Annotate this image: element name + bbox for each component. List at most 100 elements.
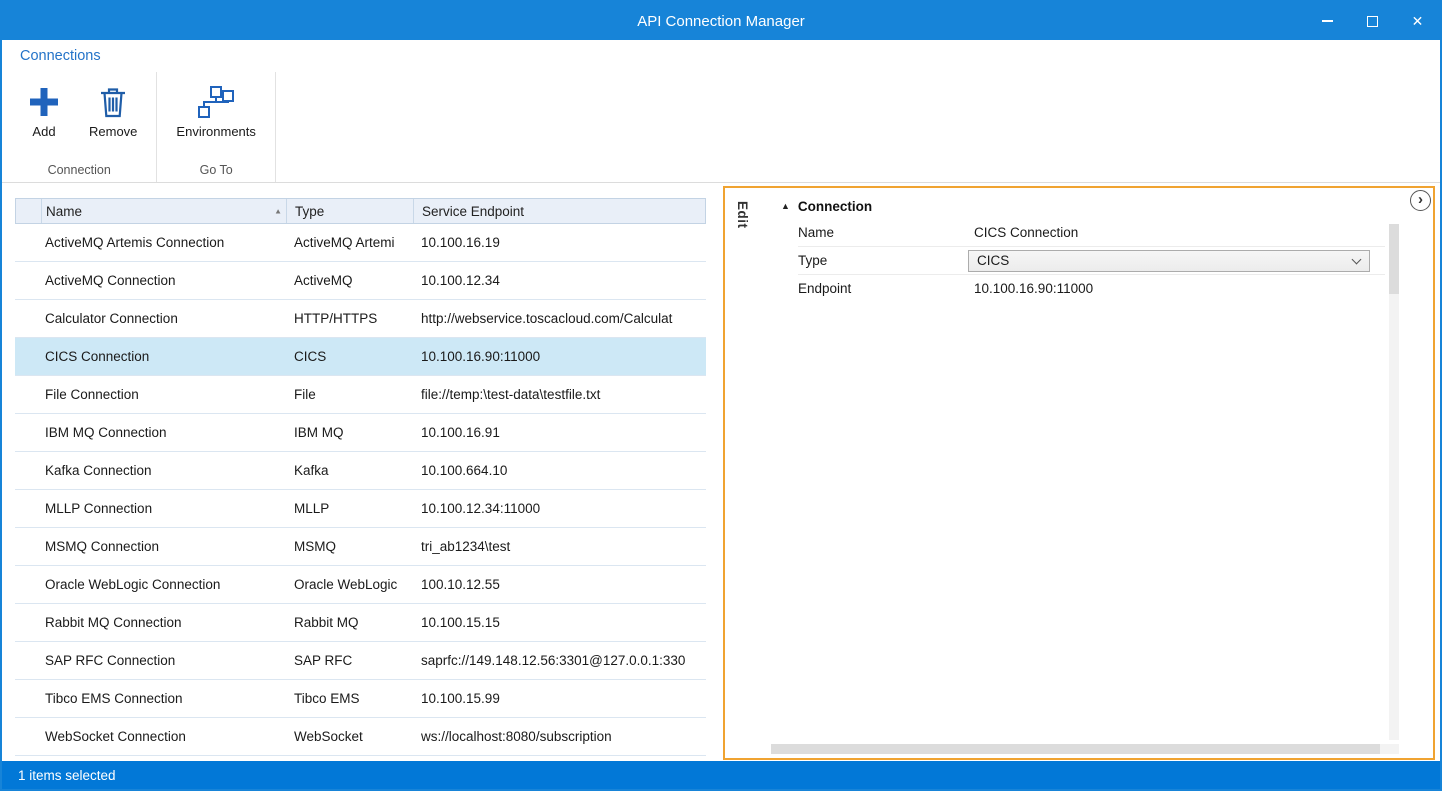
- add-button[interactable]: Add: [12, 78, 76, 141]
- cell-name: MSMQ Connection: [41, 539, 286, 554]
- table-row[interactable]: IBM MQ Connection IBM MQ 10.100.16.91: [15, 414, 706, 452]
- column-header-name-label: Name: [46, 204, 82, 219]
- environments-button[interactable]: Environments: [167, 78, 264, 141]
- cell-endpoint: 100.10.12.55: [413, 577, 706, 592]
- ribbon-group-goto: Environments Go To: [157, 72, 275, 182]
- maximize-button[interactable]: [1350, 2, 1395, 40]
- cell-endpoint: 10.100.16.91: [413, 425, 706, 440]
- field-label-type: Type: [798, 253, 974, 268]
- cell-type: MLLP: [286, 501, 413, 516]
- table-row[interactable]: Kafka Connection Kafka 10.100.664.10: [15, 452, 706, 490]
- collapse-panel-button[interactable]: ›: [1410, 190, 1431, 211]
- tab-connections[interactable]: Connections: [20, 48, 101, 64]
- maximize-icon: [1367, 16, 1378, 27]
- column-header-endpoint[interactable]: Service Endpoint: [414, 199, 705, 223]
- column-header-type[interactable]: Type: [287, 199, 414, 223]
- field-row-endpoint: Endpoint 10.100.16.90:11000: [798, 275, 1385, 302]
- field-label-endpoint: Endpoint: [798, 281, 974, 296]
- close-button[interactable]: ✕: [1395, 2, 1440, 40]
- field-value-name[interactable]: CICS Connection: [974, 225, 1385, 240]
- cell-name: IBM MQ Connection: [41, 425, 286, 440]
- type-dropdown-value: CICS: [977, 253, 1009, 268]
- table-row[interactable]: File Connection File file://temp:\test-d…: [15, 376, 706, 414]
- table-row[interactable]: MLLP Connection MLLP 10.100.12.34:11000: [15, 490, 706, 528]
- cell-type: ActiveMQ Artemi: [286, 235, 413, 250]
- field-value-endpoint[interactable]: 10.100.16.90:11000: [974, 281, 1385, 296]
- cell-type: Kafka: [286, 463, 413, 478]
- table-row[interactable]: CICS Connection CICS 10.100.16.90:11000: [15, 338, 706, 376]
- add-button-label: Add: [32, 124, 55, 139]
- menu-bar: Connections: [2, 40, 1440, 72]
- table-row[interactable]: ActiveMQ Artemis Connection ActiveMQ Art…: [15, 224, 706, 262]
- vertical-scrollbar[interactable]: [1389, 224, 1399, 740]
- field-row-type: Type CICS: [798, 247, 1385, 275]
- cell-name: Kafka Connection: [41, 463, 286, 478]
- minimize-button[interactable]: [1305, 2, 1350, 40]
- cell-type: Oracle WebLogic: [286, 577, 413, 592]
- connection-section-header[interactable]: ▲ Connection: [761, 188, 1399, 219]
- cell-endpoint: 10.100.16.90:11000: [413, 349, 706, 364]
- cell-name: ActiveMQ Connection: [41, 273, 286, 288]
- titlebar: API Connection Manager ✕: [2, 2, 1440, 40]
- table-row[interactable]: Rabbit MQ Connection Rabbit MQ 10.100.15…: [15, 604, 706, 642]
- table-row[interactable]: WebSocket Connection WebSocket ws://loca…: [15, 718, 706, 756]
- close-icon: ✕: [1412, 14, 1424, 28]
- field-grid: Name CICS Connection Type CICS: [761, 219, 1399, 302]
- cell-name: File Connection: [41, 387, 286, 402]
- edit-tab[interactable]: Edit: [725, 188, 761, 758]
- vertical-scrollbar-thumb[interactable]: [1389, 224, 1399, 294]
- trash-icon: [98, 83, 128, 121]
- minimize-icon: [1322, 20, 1333, 22]
- table-row[interactable]: Calculator Connection HTTP/HTTPS http://…: [15, 300, 706, 338]
- column-header-gutter: [16, 199, 42, 223]
- table-row[interactable]: Oracle WebLogic Connection Oracle WebLog…: [15, 566, 706, 604]
- cell-type: CICS: [286, 349, 413, 364]
- cell-type: SAP RFC: [286, 653, 413, 668]
- environments-button-label: Environments: [176, 124, 255, 139]
- horizontal-scrollbar-thumb[interactable]: [771, 744, 1380, 754]
- column-header-name[interactable]: Name ▲: [42, 199, 287, 223]
- edit-panel-content: ▲ Connection Name CICS Connection Type C…: [761, 188, 1399, 758]
- table-row[interactable]: MSMQ Connection MSMQ tri_ab1234\test: [15, 528, 706, 566]
- field-label-name: Name: [798, 225, 974, 240]
- status-text: 1 items selected: [18, 768, 116, 783]
- cell-type: Rabbit MQ: [286, 615, 413, 630]
- ribbon-group-connection: Add Remove Connection: [2, 72, 157, 182]
- cell-endpoint: 10.100.15.99: [413, 691, 706, 706]
- cell-name: CICS Connection: [41, 349, 286, 364]
- cell-name: WebSocket Connection: [41, 729, 286, 744]
- type-dropdown[interactable]: CICS: [968, 250, 1370, 272]
- cell-type: Tibco EMS: [286, 691, 413, 706]
- cell-name: Oracle WebLogic Connection: [41, 577, 286, 592]
- edit-panel: Edit ▲ Connection Name CICS Connection T…: [723, 186, 1435, 760]
- window-controls: ✕: [1305, 2, 1440, 40]
- table-row[interactable]: Tibco EMS Connection Tibco EMS 10.100.15…: [15, 680, 706, 718]
- cell-name: Tibco EMS Connection: [41, 691, 286, 706]
- chevron-down-icon: [1352, 256, 1361, 265]
- cell-type: WebSocket: [286, 729, 413, 744]
- main-area: Name ▲ Type Service Endpoint ActiveMQ Ar…: [2, 183, 1440, 761]
- ribbon-group-label-connection: Connection: [12, 160, 146, 182]
- cell-name: Rabbit MQ Connection: [41, 615, 286, 630]
- horizontal-scrollbar[interactable]: [771, 744, 1399, 754]
- status-bar: 1 items selected: [2, 761, 1440, 789]
- cell-endpoint: 10.100.16.19: [413, 235, 706, 250]
- remove-button[interactable]: Remove: [80, 78, 146, 141]
- expander-icon: ▲: [781, 202, 790, 211]
- cell-endpoint: 10.100.664.10: [413, 463, 706, 478]
- cell-endpoint: tri_ab1234\test: [413, 539, 706, 554]
- environments-icon: [198, 83, 234, 121]
- table-row[interactable]: ActiveMQ Connection ActiveMQ 10.100.12.3…: [15, 262, 706, 300]
- app-window: API Connection Manager ✕ Connections Add: [0, 0, 1442, 791]
- cell-type: ActiveMQ: [286, 273, 413, 288]
- table-header: Name ▲ Type Service Endpoint: [15, 198, 706, 224]
- cell-name: Calculator Connection: [41, 311, 286, 326]
- table-body: ActiveMQ Artemis Connection ActiveMQ Art…: [15, 224, 706, 756]
- cell-endpoint: http://webservice.toscacloud.com/Calcula…: [413, 311, 706, 326]
- sort-ascending-icon: ▲: [274, 207, 286, 215]
- add-icon: [27, 83, 61, 121]
- cell-type: HTTP/HTTPS: [286, 311, 413, 326]
- table-row[interactable]: SAP RFC Connection SAP RFC saprfc://149.…: [15, 642, 706, 680]
- cell-name: ActiveMQ Artemis Connection: [41, 235, 286, 250]
- cell-endpoint: saprfc://149.148.12.56:3301@127.0.0.1:33…: [413, 653, 706, 668]
